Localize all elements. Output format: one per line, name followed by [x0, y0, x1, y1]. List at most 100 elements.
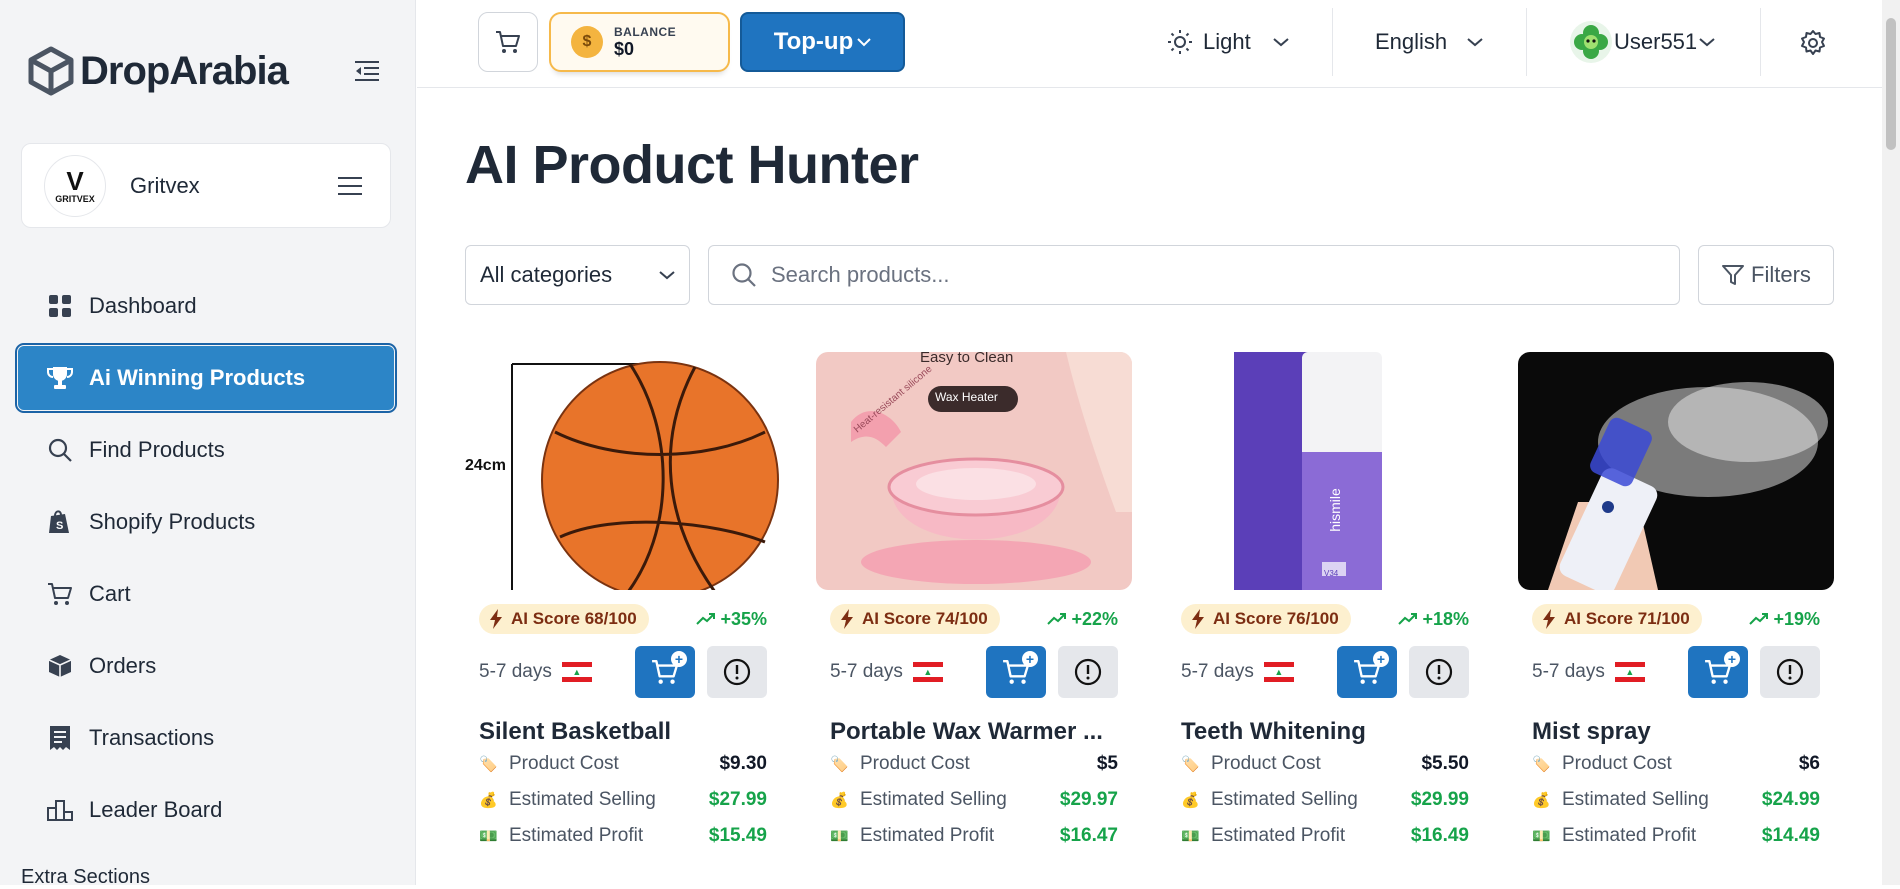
balance-label: BALANCE: [614, 24, 677, 39]
product-card[interactable]: hismile V34 AI Score 76/100 +18% 5-7 day…: [1167, 352, 1483, 854]
estimated-selling-value: $24.99: [1761, 789, 1820, 810]
tag-icon: 🏷️: [830, 756, 849, 773]
plus-icon: +: [671, 651, 687, 667]
estimated-selling-label: Estimated Selling: [860, 789, 1007, 810]
tag-icon: 🏷️: [479, 756, 498, 773]
theme-selector[interactable]: Light: [1167, 22, 1289, 62]
estimated-selling-value: $29.99: [1410, 789, 1469, 810]
money-bag-icon: 💰: [1181, 792, 1200, 809]
product-info-button[interactable]: [1058, 646, 1118, 698]
store-logo-mark: V: [66, 165, 84, 196]
product-card[interactable]: 24cm AI Score 68/100 +35% 5-7 days ▲ + S…: [465, 352, 781, 854]
add-to-cart-button[interactable]: +: [635, 646, 695, 698]
search-input[interactable]: [771, 262, 1651, 288]
cash-icon: 💵: [1181, 828, 1200, 845]
sidebar-item-label: Transactions: [89, 725, 215, 750]
money-bag-icon: 💰: [1532, 792, 1551, 809]
estimated-selling-value: $29.97: [1059, 789, 1118, 810]
collapse-sidebar-button[interactable]: [352, 56, 382, 86]
money-bag-icon: $: [571, 26, 603, 58]
image-caption: Easy to Clean: [920, 352, 1014, 366]
box-icon: [46, 652, 74, 680]
sun-icon: [1168, 30, 1192, 54]
product-title[interactable]: Silent Basketball: [479, 718, 767, 746]
product-card[interactable]: AI Score 71/100 +19% 5-7 days ▲ + Mist s…: [1518, 352, 1834, 854]
product-image[interactable]: hismile V34: [1167, 352, 1483, 590]
user-menu[interactable]: User551: [1570, 21, 1715, 63]
svg-text:S: S: [56, 520, 63, 532]
trending-up-icon: [696, 613, 716, 625]
leaderboard-icon: [46, 796, 74, 824]
filters-label: Filters: [1751, 262, 1811, 287]
language-selector[interactable]: English: [1375, 22, 1483, 62]
product-info-button[interactable]: [1760, 646, 1820, 698]
add-to-cart-button[interactable]: +: [1688, 646, 1748, 698]
filters-button[interactable]: Filters: [1698, 245, 1834, 305]
store-menu-button[interactable]: [336, 172, 364, 200]
plus-icon: +: [1022, 651, 1038, 667]
product-search: [708, 245, 1680, 305]
trend-indicator: +22%: [1047, 609, 1118, 630]
trending-up-icon: [1749, 613, 1769, 625]
sidebar-item-label: Dashboard: [89, 293, 197, 318]
ai-score-badge: AI Score 71/100: [1532, 604, 1702, 634]
tag-icon: 🏷️: [1181, 756, 1200, 773]
product-info-button[interactable]: [707, 646, 767, 698]
sidebar-item-find-products[interactable]: Find Products: [18, 418, 394, 482]
category-select[interactable]: All categories: [465, 245, 690, 305]
settings-button[interactable]: [1797, 27, 1829, 59]
filter-icon: [1722, 265, 1745, 285]
money-bag-icon: 💰: [830, 792, 849, 809]
add-to-cart-button[interactable]: +: [1337, 646, 1397, 698]
sidebar-item-leader-board[interactable]: Leader Board: [18, 778, 394, 842]
product-cost-value: $6: [1798, 753, 1820, 774]
image-brand-text: hismile: [1326, 488, 1343, 532]
sidebar-item-orders[interactable]: Orders: [18, 634, 394, 698]
shipping-time: 5-7 days: [1532, 661, 1605, 682]
store-switcher[interactable]: V GRITVEX Gritvex: [21, 143, 391, 228]
product-cost-value: $5.50: [1421, 753, 1469, 774]
product-title[interactable]: Mist spray: [1532, 718, 1820, 746]
trending-up-icon: [1047, 613, 1067, 625]
sidebar-item-shopify-products[interactable]: S Shopify Products: [18, 490, 394, 554]
balance-widget[interactable]: $ BALANCE $0: [549, 12, 730, 72]
image-dimension-label: 24cm: [465, 457, 506, 475]
avatar: [1570, 21, 1612, 63]
shipping-time: 5-7 days: [830, 661, 903, 682]
ai-score-text: AI Score 68/100: [511, 609, 637, 628]
lebanon-flag-icon: ▲: [1263, 662, 1294, 682]
estimated-profit-label: Estimated Profit: [1562, 825, 1697, 846]
store-logo: V GRITVEX: [44, 154, 106, 217]
estimated-profit-label: Estimated Profit: [860, 825, 995, 846]
product-image[interactable]: 24cm: [465, 352, 781, 590]
sidebar-item-dashboard[interactable]: Dashboard: [18, 274, 394, 338]
sidebar-item-label: Orders: [89, 653, 157, 678]
product-cost-label: Product Cost: [860, 753, 970, 774]
sidebar-item-ai-winning-products[interactable]: Ai Winning Products: [15, 343, 397, 413]
product-card[interactable]: Easy to Clean Wax Heater Heat-resistant …: [816, 352, 1132, 854]
sidebar-item-transactions[interactable]: Transactions: [18, 706, 394, 770]
brand-logo[interactable]: DropArabia: [26, 46, 289, 96]
header-cart-button[interactable]: [478, 12, 538, 72]
lebanon-flag-icon: ▲: [561, 662, 592, 682]
cart-icon: [496, 31, 520, 53]
product-title[interactable]: Portable Wax Warmer ...: [830, 718, 1118, 746]
product-title[interactable]: Teeth Whitening: [1181, 718, 1469, 746]
product-image[interactable]: Easy to Clean Wax Heater Heat-resistant …: [816, 352, 1132, 590]
add-to-cart-button[interactable]: +: [986, 646, 1046, 698]
product-image[interactable]: [1518, 352, 1834, 590]
page-title: AI Product Hunter: [465, 135, 919, 195]
info-icon: [723, 658, 751, 686]
product-cost-label: Product Cost: [509, 753, 619, 774]
scrollbar-thumb[interactable]: [1886, 18, 1896, 150]
wax-warmer-image: [851, 352, 1132, 584]
topup-button[interactable]: Top-up: [740, 12, 905, 72]
sidebar-item-cart[interactable]: Cart: [18, 562, 394, 626]
info-icon: [1074, 658, 1102, 686]
shipping-time: 5-7 days: [479, 661, 552, 682]
product-info-button[interactable]: [1409, 646, 1469, 698]
store-logo-text: GRITVEX: [55, 193, 95, 204]
page-scrollbar[interactable]: [1882, 0, 1900, 885]
header-divider: [1526, 8, 1527, 76]
balance-value: $0: [614, 38, 635, 59]
